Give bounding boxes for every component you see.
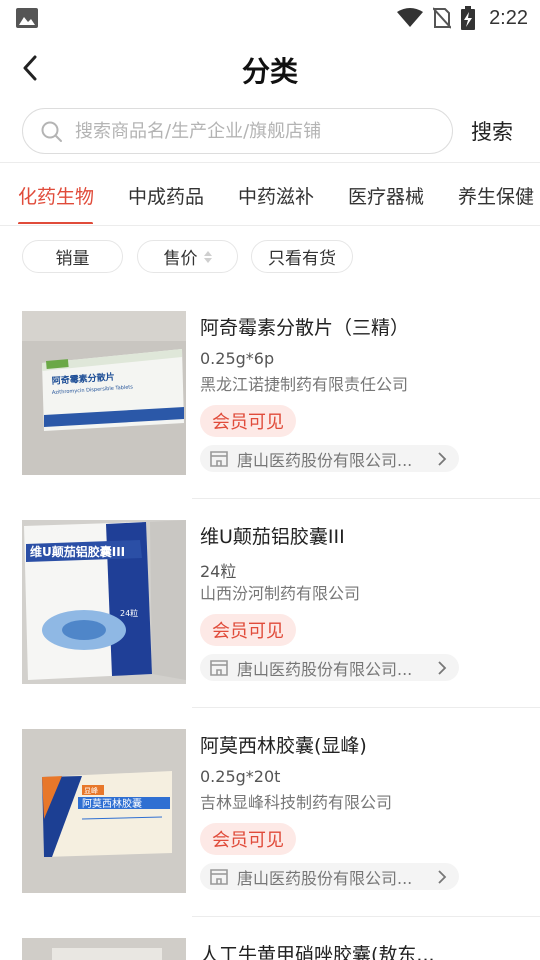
product-name: 阿莫西林胶囊(显峰): [200, 735, 367, 757]
product-manufacturer: 山西汾河制药有限公司: [200, 584, 361, 603]
active-tab-indicator: [18, 222, 93, 224]
product-spec: 0.25g*20t: [200, 767, 281, 786]
member-price-badge[interactable]: 会员可见: [200, 405, 296, 437]
shop-name: 唐山医药股份有限公司...: [237, 868, 413, 888]
store-icon: [210, 450, 228, 467]
divider: [0, 162, 540, 163]
box-title-text: 阿莫西林胶囊: [82, 797, 142, 810]
page-title: 分类: [241, 55, 298, 88]
product-spec: 0.25g*6p: [200, 349, 275, 368]
item-separator: [192, 707, 540, 708]
store-icon: [210, 659, 228, 676]
category-tabs: 化药生物 中成药品 中药滋补 医疗器械 养生保健: [0, 164, 540, 224]
chevron-right-icon: [438, 661, 447, 675]
no-sim-icon: [433, 7, 452, 29]
member-price-badge[interactable]: 会员可见: [200, 614, 296, 646]
product-spec: 24粒: [200, 562, 237, 581]
in-stock-chip[interactable]: 只看有货: [251, 240, 353, 273]
product-image: 维U颠茄铝胶囊III 24粒: [22, 520, 186, 684]
wifi-icon: [397, 8, 424, 27]
search-box[interactable]: [22, 108, 453, 154]
search-icon: [41, 121, 62, 142]
member-price-badge[interactable]: 会员可见: [200, 823, 296, 855]
shop-link[interactable]: 唐山医药股份有限公司...: [200, 863, 459, 890]
item-separator: [192, 916, 540, 917]
store-icon: [210, 868, 228, 885]
item-separator: [192, 498, 540, 499]
tab-chemical-bio[interactable]: 化药生物: [18, 182, 94, 209]
sort-sales-label: 销量: [55, 249, 90, 269]
box-brand-text: 显峰: [84, 786, 98, 795]
tab-tcm-tonic[interactable]: 中药滋补: [238, 182, 314, 209]
shop-name: 唐山医药股份有限公司...: [237, 450, 413, 470]
product-name: 人工牛黄甲硝唑胶囊(敖东...: [200, 944, 435, 960]
tab-medical-devices[interactable]: 医疗器械: [348, 182, 424, 209]
gallery-icon: [16, 8, 38, 28]
in-stock-label: 只看有货: [268, 249, 336, 269]
app-header: 分类: [0, 36, 540, 100]
filter-bar: 销量 售价 只看有货: [0, 240, 540, 274]
product-name: 阿奇霉素分散片（三精）: [200, 317, 410, 339]
box-count-text: 24粒: [120, 608, 138, 618]
search-bar: 搜索: [0, 104, 540, 160]
shop-link[interactable]: 唐山医药股份有限公司...: [200, 445, 459, 472]
chevron-right-icon: [438, 452, 447, 466]
sort-price-label: 售价: [163, 249, 198, 269]
product-card[interactable]: 阿奇霉素分散片 Azithromycin Dispersible Tablets…: [0, 311, 540, 520]
product-image: 阿奇霉素分散片 Azithromycin Dispersible Tablets: [22, 311, 186, 475]
product-card[interactable]: 显峰 阿莫西林胶囊 阿莫西林胶囊(显峰) 0.25g*20t 吉林显峰科技制药有…: [0, 729, 540, 938]
product-manufacturer: 吉林显峰科技制药有限公司: [200, 793, 393, 812]
shop-name: 唐山医药股份有限公司...: [237, 659, 413, 679]
search-button[interactable]: 搜索: [471, 116, 513, 146]
status-bar: 2:22: [0, 0, 540, 36]
clock-time: 2:22: [489, 6, 528, 29]
tab-chinese-patent-medicine[interactable]: 中成药品: [128, 182, 204, 209]
shop-link[interactable]: 唐山医药股份有限公司...: [200, 654, 459, 681]
sort-arrows-icon: [203, 250, 212, 263]
tab-health-care[interactable]: 养生保健: [458, 182, 534, 209]
product-name: 维U颠茄铝胶囊III: [200, 526, 345, 548]
product-card[interactable]: 维U颠茄铝胶囊III 24粒 维U颠茄铝胶囊III 24粒 山西汾河制药有限公司…: [0, 520, 540, 729]
product-card[interactable]: 人工牛黄甲硝唑胶囊(敖东...: [0, 938, 540, 960]
sort-price-chip[interactable]: 售价: [137, 240, 238, 273]
battery-charging-icon: [461, 6, 476, 30]
sort-sales-chip[interactable]: 销量: [22, 240, 123, 273]
search-input[interactable]: [75, 109, 445, 153]
product-image: 显峰 阿莫西林胶囊: [22, 729, 186, 893]
box-title-text: 维U颠茄铝胶囊III: [30, 544, 125, 559]
chevron-right-icon: [438, 870, 447, 884]
product-manufacturer: 黑龙江诺捷制药有限责任公司: [200, 375, 409, 394]
status-icons: 2:22: [397, 4, 528, 32]
divider: [0, 225, 540, 226]
product-image: [22, 938, 186, 960]
